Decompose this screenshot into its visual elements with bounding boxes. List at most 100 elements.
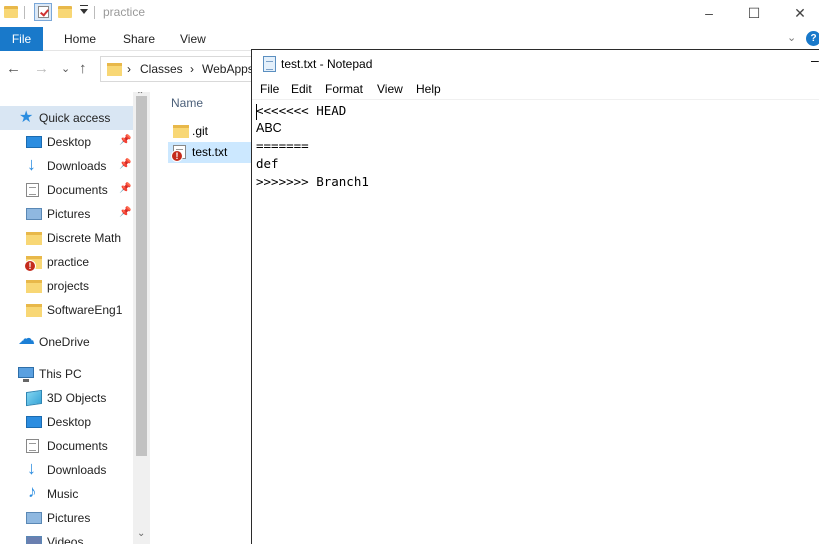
file-name: test.txt bbox=[192, 145, 228, 159]
folder-icon bbox=[26, 232, 42, 245]
nav-scrollbar-thumb[interactable] bbox=[136, 96, 147, 456]
minimize-button[interactable]: – bbox=[686, 0, 732, 26]
menu-help[interactable]: Help bbox=[416, 82, 441, 96]
menu-view[interactable]: View bbox=[377, 82, 403, 96]
separator bbox=[24, 6, 25, 19]
nav-item-projects[interactable]: projects bbox=[0, 274, 133, 298]
breadcrumb-classes[interactable]: Classes bbox=[140, 62, 183, 76]
ribbon-tabs: File Home Share View ⌄ ? bbox=[0, 27, 819, 51]
folder-icon bbox=[173, 125, 189, 138]
file-row-test-txt[interactable]: ! test.txt bbox=[168, 142, 252, 163]
properties-icon[interactable] bbox=[34, 3, 52, 21]
scroll-up-icon[interactable]: ⌃ bbox=[136, 92, 144, 101]
notepad-title-bar[interactable]: test.txt - Notepad – bbox=[252, 50, 819, 79]
explorer-title-bar: practice – ☐ ✕ bbox=[0, 0, 819, 26]
nav-item-this-pc[interactable]: This PC bbox=[0, 362, 133, 386]
nav-item-music[interactable]: Music bbox=[0, 482, 133, 506]
file-row-git[interactable]: .git bbox=[168, 121, 252, 142]
menu-format[interactable]: Format bbox=[325, 82, 363, 96]
nav-item-pictures[interactable]: Pictures 📌 bbox=[0, 202, 133, 226]
conflict-icon: ! bbox=[24, 260, 36, 272]
tab-home[interactable]: Home bbox=[64, 27, 96, 51]
nav-item-label: Quick access bbox=[39, 111, 111, 125]
conflict-icon: ! bbox=[171, 150, 183, 162]
nav-item-label: SoftwareEng1 bbox=[47, 303, 123, 317]
nav-item-videos[interactable]: Videos bbox=[0, 530, 133, 544]
pictures-icon bbox=[26, 512, 42, 524]
nav-item-label: Videos bbox=[47, 535, 84, 544]
expand-ribbon-icon[interactable]: ⌄ bbox=[787, 31, 796, 44]
nav-item-label: Documents bbox=[47, 183, 108, 197]
nav-item-desktop[interactable]: Desktop 📌 bbox=[0, 130, 133, 154]
back-button[interactable]: ← bbox=[6, 59, 21, 79]
cloud-icon bbox=[18, 329, 35, 349]
text-line: ABC bbox=[256, 121, 282, 135]
pictures-icon bbox=[26, 208, 42, 220]
pin-icon: 📌 bbox=[119, 183, 132, 194]
nav-item-discrete-math[interactable]: Discrete Math bbox=[0, 226, 133, 250]
nav-item-label: Downloads bbox=[47, 159, 107, 173]
folder-icon bbox=[107, 63, 122, 76]
notepad-menu-bar: File Edit Format View Help bbox=[252, 79, 819, 99]
close-button[interactable]: ✕ bbox=[777, 0, 819, 26]
tab-view[interactable]: View bbox=[180, 27, 206, 51]
nav-item-softwareeng1[interactable]: SoftwareEng1 bbox=[0, 298, 133, 322]
notepad-icon bbox=[263, 56, 276, 72]
maximize-button[interactable]: ☐ bbox=[731, 0, 777, 26]
file-name: .git bbox=[192, 124, 209, 138]
new-folder-icon[interactable] bbox=[58, 6, 72, 18]
nav-item-label: Documents bbox=[47, 439, 108, 453]
nav-item-downloads-pc[interactable]: Downloads bbox=[0, 458, 133, 482]
videos-icon bbox=[26, 536, 42, 544]
breadcrumb-webapps[interactable]: WebApps bbox=[202, 62, 254, 76]
nav-item-label: practice bbox=[47, 255, 90, 269]
navigation-pane[interactable]: Quick access Desktop 📌 Downloads 📌 Docum… bbox=[0, 92, 150, 544]
nav-item-desktop-pc[interactable]: Desktop bbox=[0, 410, 133, 434]
nav-item-quick-access[interactable]: Quick access bbox=[0, 106, 133, 130]
breadcrumb-separator: › bbox=[190, 62, 194, 76]
nav-item-label: This PC bbox=[39, 367, 82, 381]
nav-item-label: Music bbox=[47, 487, 79, 501]
notepad-text-area[interactable]: <<<<<<< HEAD ABC ======= def >>>>>>> Bra… bbox=[252, 99, 819, 544]
documents-icon bbox=[26, 183, 39, 197]
column-header-name[interactable]: Name bbox=[171, 96, 203, 110]
window-title: practice bbox=[103, 5, 146, 19]
desktop-icon bbox=[26, 136, 42, 148]
notepad-minimize-button[interactable]: – bbox=[811, 52, 819, 68]
menu-file[interactable]: File bbox=[260, 82, 279, 96]
text-line: >>>>>>> Branch1 bbox=[256, 174, 369, 189]
nav-item-practice[interactable]: ! practice bbox=[0, 250, 133, 274]
help-icon[interactable]: ? bbox=[806, 31, 819, 46]
notepad-title: test.txt - Notepad bbox=[281, 57, 373, 71]
folder-icon bbox=[26, 304, 42, 317]
nav-item-label: Desktop bbox=[47, 135, 92, 149]
nav-item-documents-pc[interactable]: Documents bbox=[0, 434, 133, 458]
nav-item-label: Downloads bbox=[47, 463, 107, 477]
tab-file[interactable]: File bbox=[0, 27, 43, 51]
up-button[interactable]: ↑ bbox=[79, 59, 87, 79]
desktop-icon bbox=[26, 416, 42, 428]
customize-quick-access-icon[interactable] bbox=[80, 5, 88, 14]
download-icon bbox=[26, 154, 42, 175]
scroll-down-icon[interactable]: ⌄ bbox=[137, 528, 145, 539]
nav-item-pictures-pc[interactable]: Pictures bbox=[0, 506, 133, 530]
forward-button[interactable]: → bbox=[34, 59, 49, 79]
pin-icon: 📌 bbox=[119, 135, 132, 146]
separator bbox=[94, 6, 95, 19]
menu-edit[interactable]: Edit bbox=[291, 82, 312, 96]
recent-locations-button[interactable]: ⌄ bbox=[61, 59, 70, 79]
nav-item-label: OneDrive bbox=[39, 335, 90, 349]
file-list[interactable]: Name .git ! test.txt bbox=[150, 92, 252, 544]
nav-item-downloads[interactable]: Downloads 📌 bbox=[0, 154, 133, 178]
text-line: def bbox=[256, 156, 279, 171]
tab-share[interactable]: Share bbox=[123, 27, 155, 51]
nav-item-label: Pictures bbox=[47, 511, 91, 525]
nav-item-onedrive[interactable]: OneDrive bbox=[0, 329, 133, 354]
nav-item-documents[interactable]: Documents 📌 bbox=[0, 178, 133, 202]
star-icon bbox=[19, 107, 35, 127]
folder-icon bbox=[26, 280, 42, 293]
nav-item-label: projects bbox=[47, 279, 90, 293]
pin-icon: 📌 bbox=[119, 207, 132, 218]
nav-item-3d-objects[interactable]: 3D Objects bbox=[0, 386, 133, 410]
notepad-window[interactable]: test.txt - Notepad – File Edit Format Vi… bbox=[251, 49, 819, 544]
